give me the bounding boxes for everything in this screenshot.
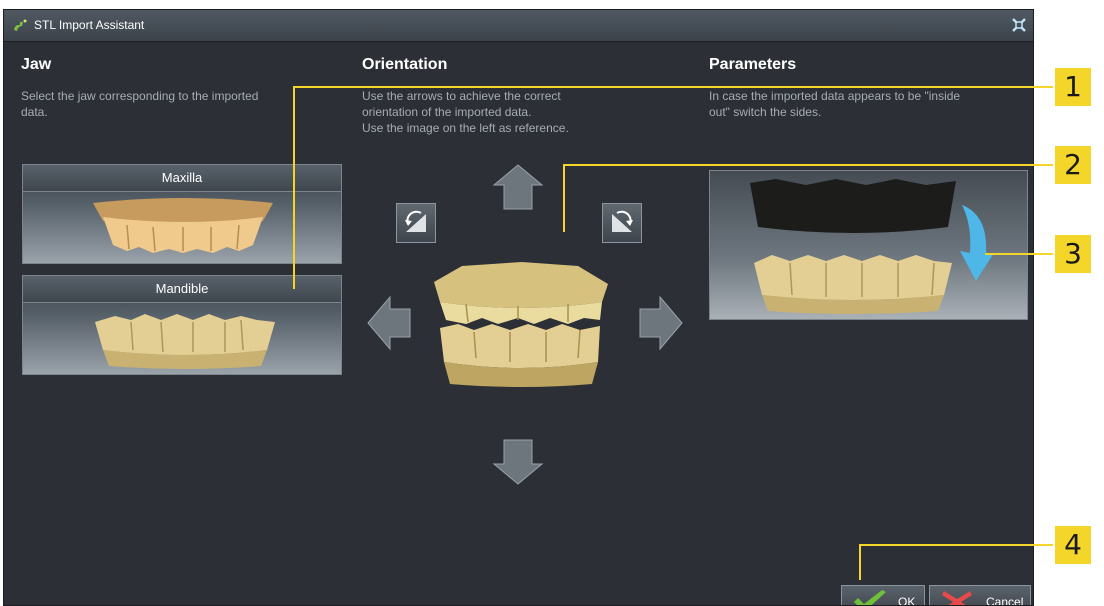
orientation-desc-line: Use the arrows to achieve the correct <box>362 89 561 103</box>
callout-2-line <box>563 164 1053 166</box>
flip-arrow-icon <box>960 205 994 281</box>
parameters-desc-line: out" switch the sides. <box>709 105 822 119</box>
mandible-model-image <box>95 314 275 369</box>
orientation-heading: Orientation <box>362 56 448 73</box>
ok-label: OK <box>898 595 916 606</box>
orientation-description: Use the arrows to achieve the correct or… <box>362 88 569 136</box>
arrow-down-icon[interactable] <box>492 438 544 486</box>
parameters-heading: Parameters <box>709 56 797 73</box>
maxilla-model-image <box>93 198 273 253</box>
arrow-up-icon[interactable] <box>492 163 544 211</box>
jaw-section: Jaw <box>21 56 51 74</box>
mandible-option[interactable]: Mandible <box>22 275 342 375</box>
orientation-section: Orientation <box>362 56 447 74</box>
rotate-left-icon <box>405 210 426 232</box>
callout-2-line <box>563 164 565 232</box>
callout-3-line <box>985 253 1053 255</box>
callout-4: 4 <box>1055 526 1091 564</box>
cancel-x-icon <box>942 591 972 605</box>
switch-sides-panel[interactable] <box>709 170 1028 320</box>
ok-button[interactable]: OK <box>841 585 925 606</box>
corrected-model-image <box>754 255 952 314</box>
restore-icon[interactable] <box>1011 17 1027 33</box>
cancel-button[interactable]: Cancel <box>929 585 1031 606</box>
orientation-desc-line: Use the image on the left as reference. <box>362 121 569 135</box>
checkmark-icon <box>854 590 886 605</box>
callout-1: 1 <box>1055 68 1091 106</box>
callout-4-line <box>859 544 1053 546</box>
window-title: STL Import Assistant <box>34 18 145 32</box>
parameters-desc-line: In case the imported data appears to be … <box>709 89 961 103</box>
arrow-right-icon[interactable] <box>638 295 684 351</box>
cancel-label: Cancel <box>986 595 1024 606</box>
callout-1-line <box>293 86 1053 88</box>
inside-out-model-image <box>750 179 956 233</box>
jaw-desc-line: Select the jaw corresponding to the impo… <box>21 89 259 103</box>
rotate-right-button[interactable] <box>602 203 642 243</box>
title-bar: STL Import Assistant <box>4 10 1033 42</box>
jaw-heading: Jaw <box>21 56 52 73</box>
stl-app-icon <box>14 19 27 31</box>
parameters-description: In case the imported data appears to be … <box>709 88 960 120</box>
arrow-left-icon[interactable] <box>366 295 412 351</box>
rotate-right-icon <box>612 210 633 232</box>
callout-1-line <box>293 86 295 289</box>
dental-model-preview <box>434 262 608 387</box>
callout-3: 3 <box>1055 235 1091 273</box>
orientation-desc-line: orientation of the imported data. <box>362 105 532 119</box>
rotate-left-button[interactable] <box>396 203 436 243</box>
stl-import-dialog: STL Import Assistant Jaw Select the jaw … <box>3 9 1034 606</box>
jaw-desc-line: data. <box>21 105 48 119</box>
callout-2: 2 <box>1055 146 1091 184</box>
parameters-section: Parameters <box>709 56 796 74</box>
callout-4-line <box>859 544 861 580</box>
jaw-description: Select the jaw corresponding to the impo… <box>21 88 258 120</box>
